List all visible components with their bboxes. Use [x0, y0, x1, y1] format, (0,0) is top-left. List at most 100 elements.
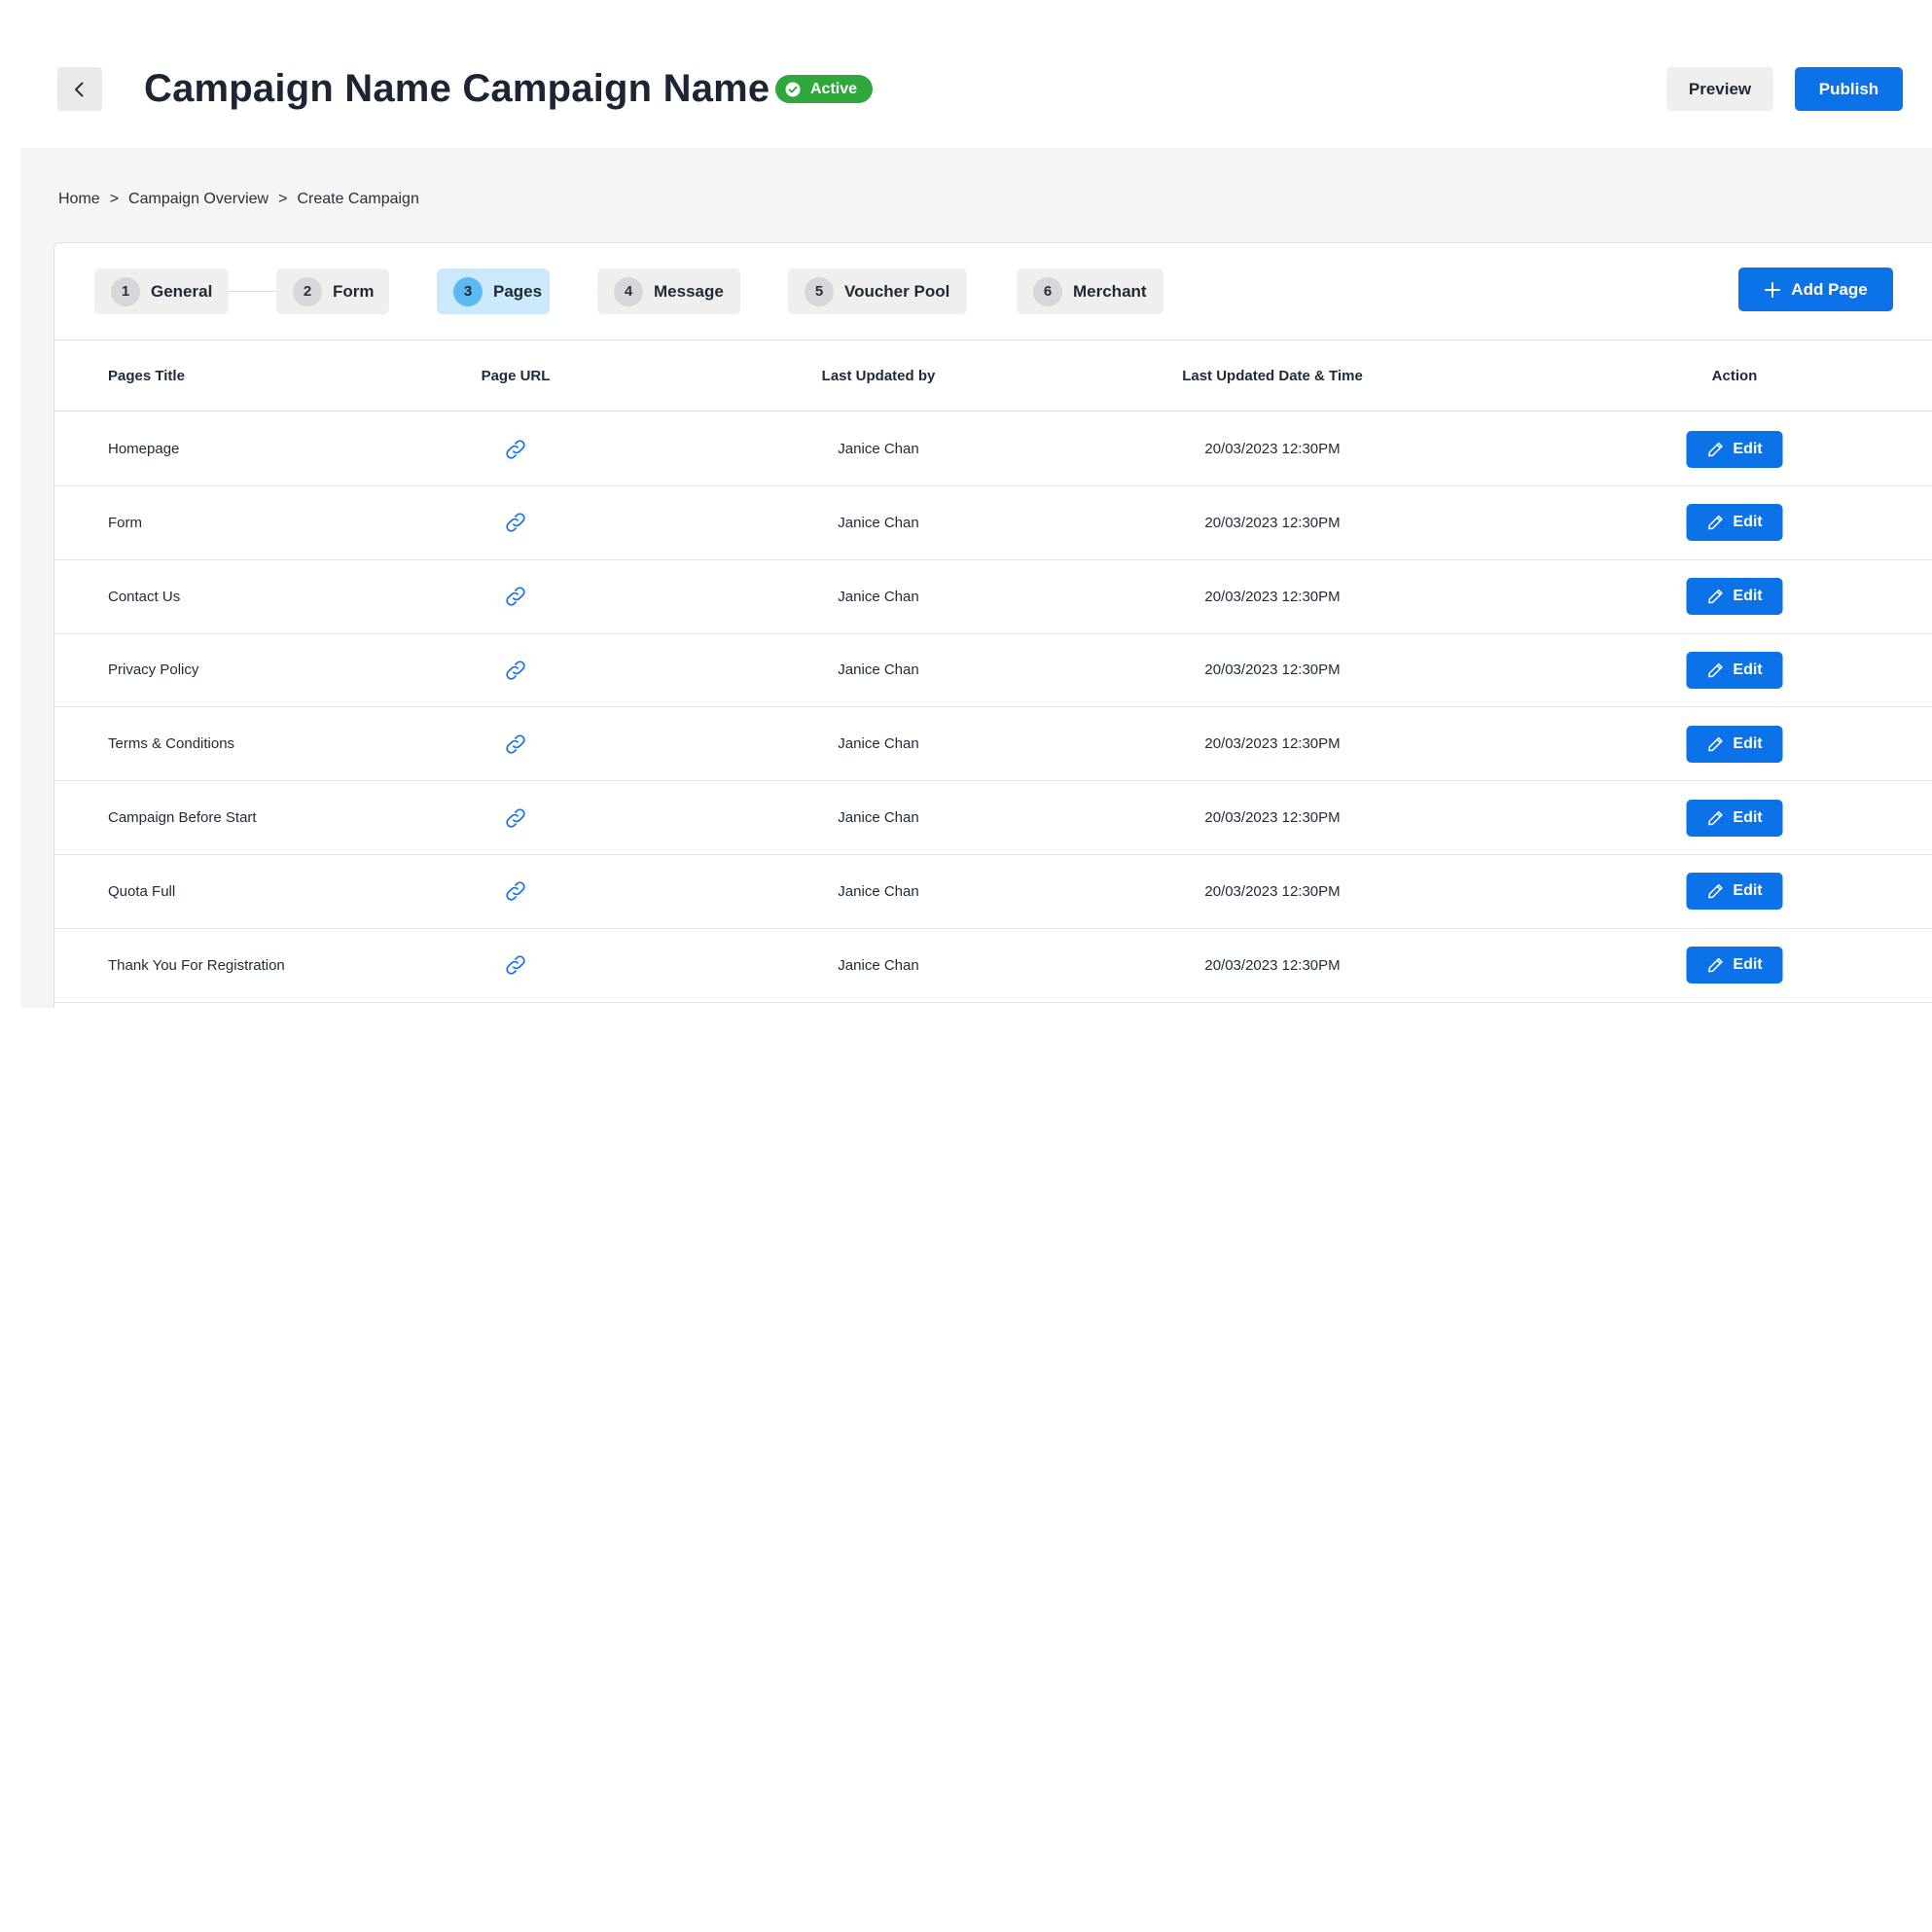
- step-label: Message: [654, 281, 724, 301]
- link-icon[interactable]: [503, 952, 528, 978]
- step-form[interactable]: 2 Form: [276, 268, 389, 314]
- link-icon[interactable]: [503, 805, 528, 831]
- step-label: Pages: [493, 281, 543, 301]
- column-header-pages-title: Pages Title: [108, 368, 185, 384]
- updated-at-cell: 20/03/2023 12:30PM: [1204, 956, 1341, 974]
- pencil-icon: [1708, 736, 1723, 752]
- step-number: 5: [805, 276, 834, 306]
- updated-by-cell: Janice Chan: [838, 735, 919, 753]
- updated-by-cell: Janice Chan: [838, 882, 919, 900]
- updated-by-cell: Janice Chan: [838, 588, 919, 605]
- edit-button[interactable]: Edit: [1686, 799, 1783, 837]
- updated-by-cell: Janice Chan: [838, 809, 919, 826]
- edit-button[interactable]: Edit: [1686, 430, 1783, 468]
- edit-button[interactable]: Edit: [1686, 504, 1783, 542]
- edit-button[interactable]: Edit: [1686, 725, 1783, 763]
- pencil-icon: [1708, 957, 1723, 973]
- add-page-button[interactable]: Add Page: [1738, 268, 1893, 311]
- link-icon[interactable]: [503, 437, 528, 462]
- table-row: Quota Full Janice Chan 20/03/2023 12:30P…: [54, 855, 1932, 929]
- page-title-cell: Terms & Conditions: [108, 735, 235, 753]
- link-icon[interactable]: [503, 658, 528, 683]
- step-number: 1: [111, 276, 140, 306]
- breadcrumb-separator: >: [109, 191, 120, 207]
- page-url-cell: [503, 486, 528, 559]
- action-cell: Edit: [1686, 855, 1783, 928]
- updated-by-cell: Janice Chan: [838, 956, 919, 974]
- edit-label: Edit: [1733, 956, 1763, 974]
- table-row: Form Janice Chan 20/03/2023 12:30PM Edit: [54, 486, 1932, 560]
- step-label: General: [151, 281, 213, 301]
- step-label: Voucher Pool: [844, 281, 950, 301]
- page-title-cell: Privacy Policy: [108, 662, 199, 679]
- edit-button[interactable]: Edit: [1686, 873, 1783, 911]
- column-header-last-updated-date: Last Updated Date & Time: [1182, 368, 1363, 384]
- edit-label: Edit: [1733, 661, 1763, 678]
- status-badge: Active: [775, 75, 873, 103]
- edit-button[interactable]: Edit: [1686, 651, 1783, 689]
- step-general[interactable]: 1 General: [94, 268, 229, 314]
- column-header-page-url: Page URL: [481, 368, 551, 384]
- page-url-cell: [503, 781, 528, 854]
- table-header: Pages Title Page URL Last Updated by Las…: [54, 340, 1932, 411]
- updated-at-cell: 20/03/2023 12:30PM: [1204, 588, 1341, 605]
- step-voucher-pool[interactable]: 5 Voucher Pool: [788, 268, 967, 314]
- action-cell: Edit: [1686, 929, 1783, 1002]
- page-title: Campaign Name Campaign Name: [144, 67, 770, 110]
- edit-label: Edit: [1733, 808, 1763, 826]
- link-icon[interactable]: [503, 878, 528, 904]
- plus-icon: [1765, 281, 1781, 298]
- breadcrumb-campaign-overview[interactable]: Campaign Overview: [128, 191, 268, 208]
- back-button[interactable]: [57, 67, 102, 111]
- action-cell: Edit: [1686, 633, 1783, 706]
- publish-button[interactable]: Publish: [1795, 67, 1903, 111]
- pencil-icon: [1708, 442, 1723, 456]
- updated-at-cell: 20/03/2023 12:30PM: [1204, 441, 1341, 457]
- page-title-cell: Homepage: [108, 441, 180, 457]
- table-row: Thank You For Registration Janice Chan 2…: [54, 929, 1932, 1003]
- edit-button[interactable]: Edit: [1686, 947, 1783, 984]
- pencil-icon: [1708, 589, 1723, 604]
- page-title-cell: Contact Us: [108, 588, 181, 605]
- updated-at-cell: 20/03/2023 12:30PM: [1204, 662, 1341, 679]
- link-icon[interactable]: [503, 584, 528, 609]
- breadcrumb-home[interactable]: Home: [58, 191, 100, 208]
- updated-by-cell: Janice Chan: [838, 441, 919, 457]
- breadcrumb: Home > Campaign Overview > Create Campai…: [58, 191, 419, 208]
- breadcrumb-create-campaign: Create Campaign: [297, 191, 419, 207]
- page-header: Campaign Name Campaign Name Active Previ…: [0, 0, 1932, 148]
- breadcrumb-separator: >: [278, 191, 288, 207]
- link-icon[interactable]: [503, 510, 528, 535]
- step-pages[interactable]: 3 Pages: [437, 268, 550, 314]
- check-circle-icon: [785, 82, 801, 96]
- page-url-cell: [503, 560, 528, 633]
- edit-label: Edit: [1733, 588, 1763, 605]
- action-cell: Edit: [1686, 560, 1783, 633]
- page-title-cell: Quota Full: [108, 882, 176, 900]
- table-row: Homepage Janice Chan 20/03/2023 12:30PM …: [54, 412, 1932, 486]
- step-number: 3: [453, 276, 483, 306]
- updated-at-cell: 20/03/2023 12:30PM: [1204, 809, 1341, 826]
- step-number: 4: [614, 276, 643, 306]
- app-frame: Campaign Name Campaign Name Active Previ…: [0, 0, 1932, 1932]
- table-row: Privacy Policy Janice Chan 20/03/2023 12…: [54, 633, 1932, 708]
- action-cell: Edit: [1686, 781, 1783, 854]
- step-number: 2: [293, 276, 322, 306]
- page-url-cell: [503, 855, 528, 928]
- edit-button[interactable]: Edit: [1686, 578, 1783, 616]
- main-content: Home > Campaign Overview > Create Campai…: [20, 148, 1932, 1008]
- page-url-cell: [503, 633, 528, 706]
- action-cell: Edit: [1686, 486, 1783, 559]
- status-badge-label: Active: [810, 80, 858, 97]
- preview-button[interactable]: Preview: [1666, 67, 1773, 111]
- pencil-icon: [1708, 810, 1723, 825]
- updated-at-cell: 20/03/2023 12:30PM: [1204, 882, 1341, 900]
- step-message[interactable]: 4 Message: [597, 268, 740, 314]
- page-title-cell: Form: [108, 514, 142, 531]
- edit-label: Edit: [1733, 514, 1763, 531]
- step-merchant[interactable]: 6 Merchant: [1017, 268, 1163, 314]
- pencil-icon: [1708, 884, 1723, 899]
- link-icon[interactable]: [503, 732, 528, 757]
- updated-at-cell: 20/03/2023 12:30PM: [1204, 514, 1341, 531]
- page-title-cell: Campaign Before Start: [108, 809, 257, 826]
